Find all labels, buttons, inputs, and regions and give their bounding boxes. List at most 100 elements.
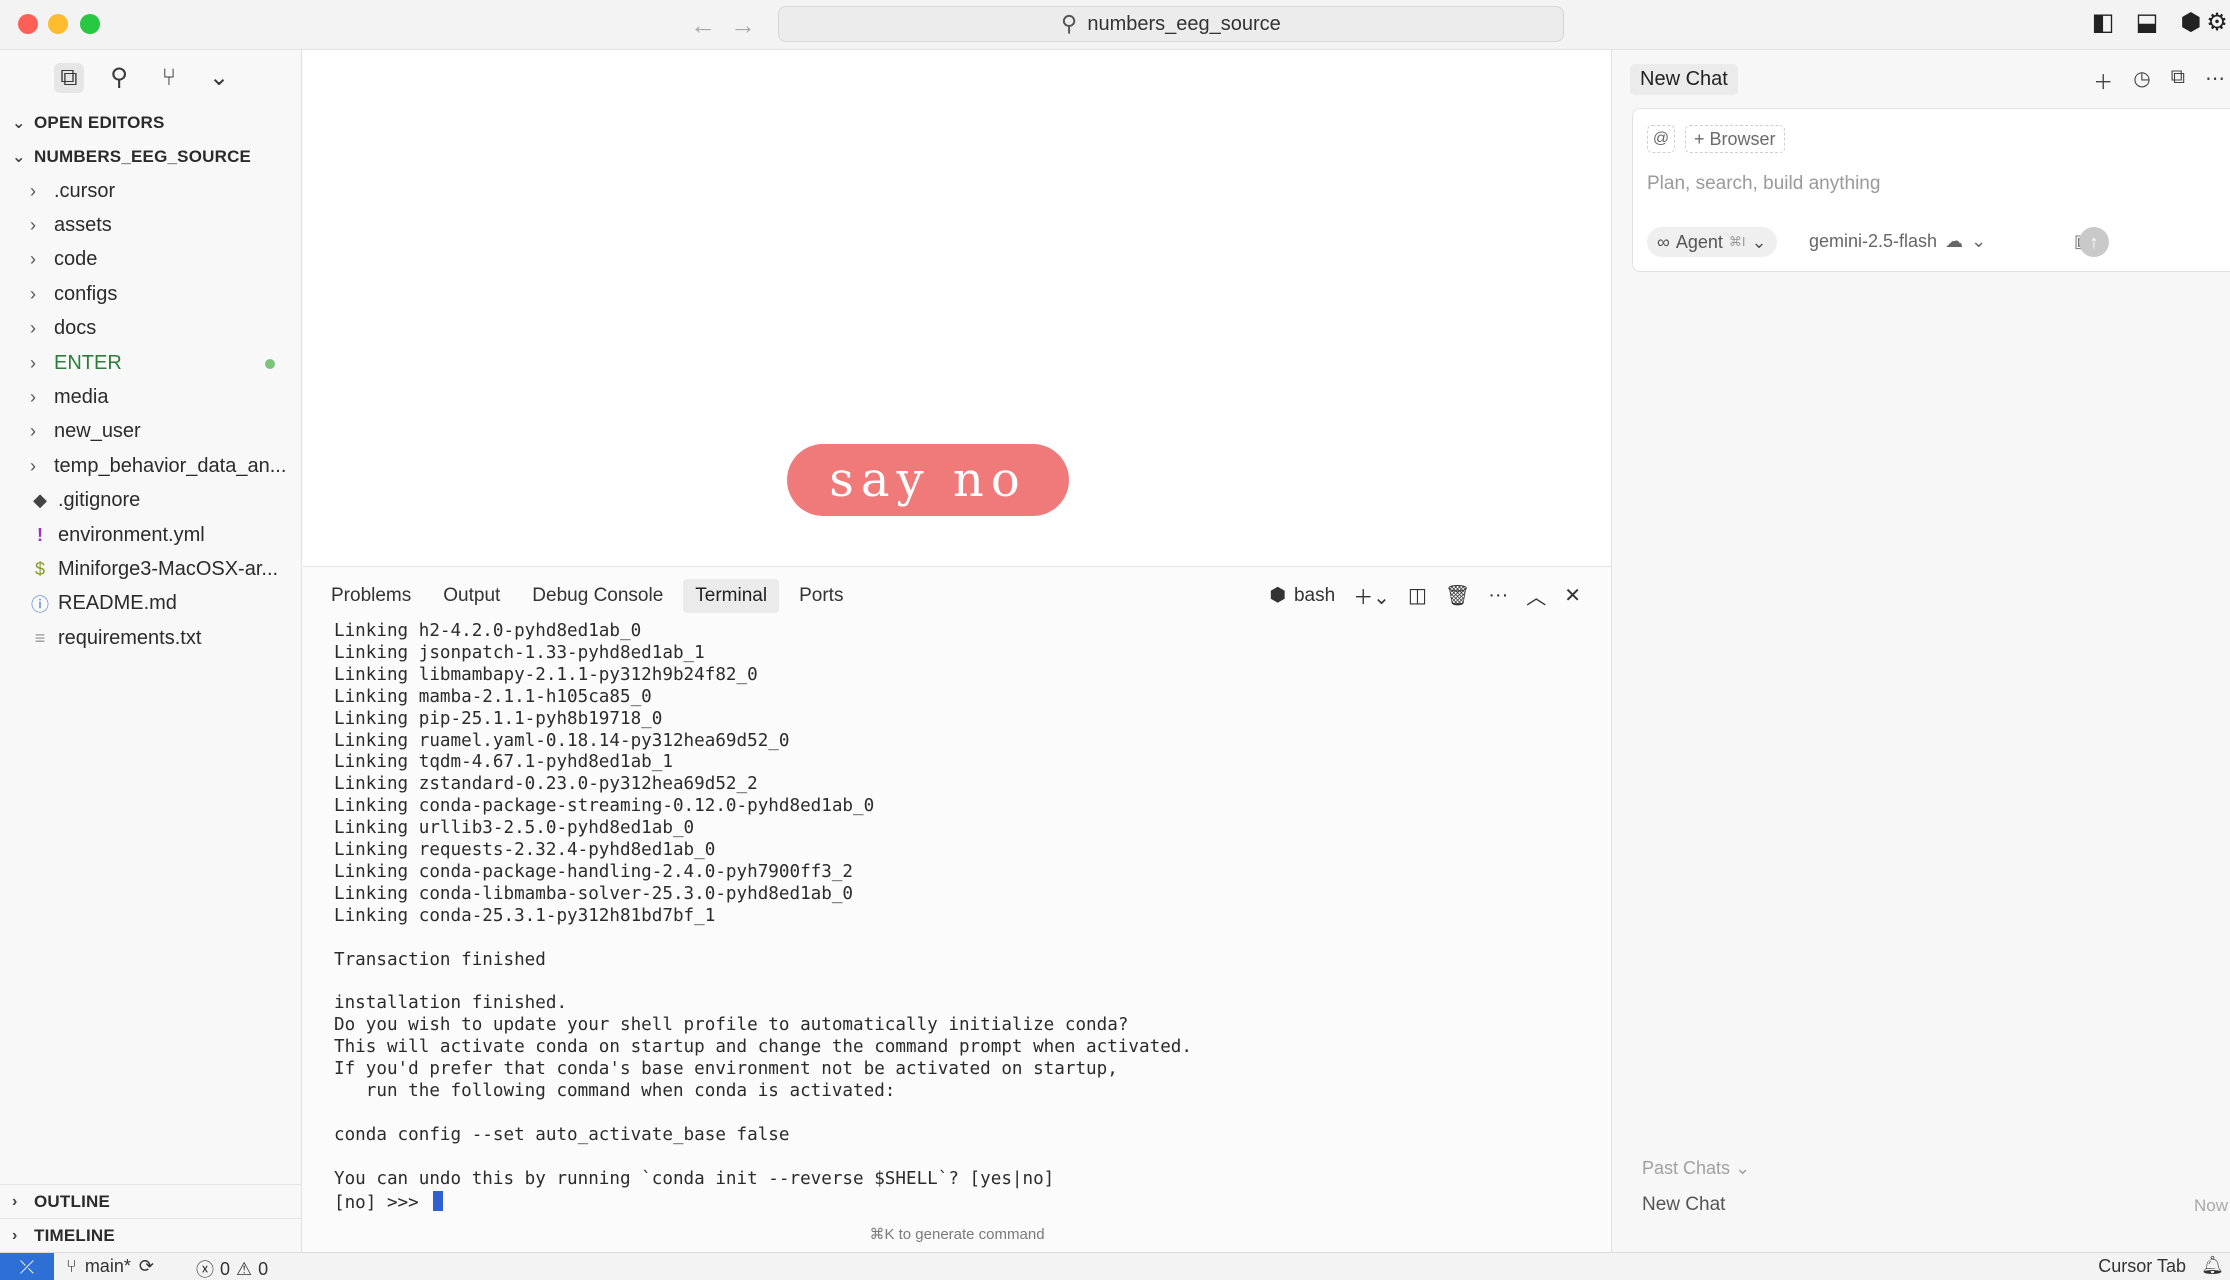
terminal-line: This will activate conda on startup and … (334, 1037, 1192, 1058)
file-item-readme[interactable]: ⓘ README.md (0, 587, 301, 621)
back-arrow-icon[interactable]: ← (690, 10, 716, 41)
browser-chip[interactable]: + Browser (1685, 125, 1785, 153)
sync-icon[interactable]: ⟳ (139, 1256, 154, 1277)
terminal-line: Linking ruamel.yaml-0.18.14-py312hea69d5… (334, 730, 790, 751)
cube-icon[interactable]: ⬢ (2178, 10, 2204, 36)
say-no-preview-button[interactable]: say no (787, 444, 1069, 516)
timeline-section[interactable]: › TIMELINE (0, 1218, 302, 1252)
terminal-cube-icon: ⬢ (1269, 585, 1286, 606)
chat-tab-title[interactable]: New Chat (1630, 64, 1738, 95)
terminal-line: installation finished. (334, 993, 568, 1014)
branch-indicator[interactable]: ⑂ main* ⟳ (66, 1256, 154, 1277)
tab-problems[interactable]: Problems (319, 579, 423, 613)
source-control-icon[interactable]: ⑂ (154, 63, 184, 93)
outline-section[interactable]: › OUTLINE (0, 1184, 302, 1218)
folder-label: ENTER (54, 351, 122, 374)
history-icon[interactable]: ◷ (2133, 66, 2150, 95)
chat-composer[interactable]: @ + Browser Plan, search, build anything… (1632, 108, 2230, 272)
project-section[interactable]: ⌄ NUMBERS_EEG_SOURCE (0, 140, 301, 174)
terminal-line: Linking libmambapy-2.1.1-py312h9b24f82_0 (334, 664, 758, 685)
mention-chip[interactable]: @ (1647, 125, 1675, 153)
duplicate-icon[interactable]: ⧉ (2171, 66, 2185, 95)
problems-indicator[interactable]: ⓧ 0 ⚠ 0 (196, 1256, 268, 1280)
folder-item-configs[interactable]: › configs (0, 277, 301, 311)
toggle-panel-icon[interactable]: ⬓ (2134, 10, 2160, 36)
file-item-gitignore[interactable]: ◆ .gitignore (0, 484, 301, 518)
folder-item-assets[interactable]: › assets (0, 208, 301, 242)
file-item-environment-yml[interactable]: ! environment.yml (0, 518, 301, 552)
gear-icon[interactable]: ⚙ (2204, 10, 2230, 36)
terminal-shell-selector[interactable]: ⬢ bash (1269, 584, 1335, 607)
close-panel-icon[interactable]: ✕ (1564, 583, 1581, 608)
terminal-line: Linking jsonpatch-1.33-pyhd8ed1ab_1 (334, 642, 705, 663)
file-label: .gitignore (58, 489, 141, 512)
chevron-right-icon: › (30, 318, 36, 339)
more-actions-icon[interactable]: ··· (1488, 584, 1508, 607)
title-bar: ← → ⚲ numbers_eeg_source ◧ ⬓ ⬢ ⚙ (0, 0, 2230, 50)
app-window: ← → ⚲ numbers_eeg_source ◧ ⬓ ⬢ ⚙ ⧉ ⚲ ⑂ ⌄… (0, 0, 2230, 1280)
terminal-line: Do you wish to update your shell profile… (334, 1015, 1129, 1036)
more-icon[interactable]: ⋯ (2205, 66, 2225, 95)
send-arrow-icon[interactable]: ↑ (2079, 227, 2109, 257)
folder-item-docs[interactable]: › docs (0, 312, 301, 346)
chevron-down-icon[interactable]: ⌄ (204, 63, 234, 93)
file-item-requirements[interactable]: ≡ requirements.txt (0, 621, 301, 655)
chevron-right-icon: › (30, 283, 36, 304)
settings-controls: ⚙ (2204, 10, 2230, 36)
file-item-miniforge[interactable]: $ Miniforge3-MacOSX-ar... (0, 552, 301, 586)
minimize-window-button[interactable] (48, 14, 68, 34)
split-terminal-icon[interactable]: ◫ (1408, 583, 1427, 608)
chevron-down-icon: ⌄ (1751, 231, 1767, 252)
folder-item-new-user[interactable]: › new_user (0, 415, 301, 449)
folder-item-media[interactable]: › media (0, 380, 301, 414)
tab-output[interactable]: Output (431, 579, 512, 613)
chat-input[interactable]: Plan, search, build anything (1647, 173, 1880, 195)
search-icon[interactable]: ⚲ (104, 63, 134, 93)
terminal-prompt-line[interactable]: [no] >>> (334, 1190, 1594, 1215)
model-selector[interactable]: gemini-2.5-flash ☁ ⌄ (1809, 231, 1986, 252)
chat-panel: New Chat ＋ ◷ ⧉ ⋯ @ + Browser Plan, searc… (1611, 50, 2230, 1252)
open-editors-section[interactable]: ⌄ OPEN EDITORS (0, 106, 301, 140)
folder-label: code (54, 248, 98, 271)
terminal-line: Transaction finished (334, 949, 546, 970)
agent-mode-selector[interactable]: ∞ Agent ⌘I ⌄ (1647, 227, 1777, 257)
maximize-panel-icon[interactable]: ︿ (1526, 581, 1546, 610)
folder-item-cursor[interactable]: › .cursor (0, 174, 301, 208)
terminal-line: Linking conda-package-handling-2.4.0-pyh… (334, 861, 854, 882)
toggle-primary-sidebar-icon[interactable]: ◧ (2090, 10, 2116, 36)
maximize-window-button[interactable] (80, 14, 100, 34)
cursor-tab-indicator[interactable]: Cursor Tab (2098, 1256, 2186, 1277)
text-file-icon: ≡ (34, 627, 46, 648)
forward-arrow-icon[interactable]: → (730, 10, 756, 41)
folder-label: media (54, 386, 109, 409)
remote-indicator-icon[interactable]: ⤫ (0, 1253, 54, 1280)
folder-label: new_user (54, 420, 141, 443)
tab-terminal[interactable]: Terminal (683, 579, 780, 613)
close-window-button[interactable] (18, 14, 38, 34)
status-bar: ⤫ ⑂ main* ⟳ ⓧ 0 ⚠ 0 Cursor Tab 🔔︎ (0, 1252, 2230, 1280)
model-label: gemini-2.5-flash (1809, 231, 1938, 251)
terminal-line: Linking h2-4.2.0-pyhd8ed1ab_0 (334, 621, 642, 641)
trash-icon[interactable]: 🗑 (1445, 583, 1470, 608)
bell-icon[interactable]: 🔔︎ (2201, 1255, 2224, 1276)
new-terminal-icon[interactable]: ＋⌄ (1353, 581, 1390, 610)
folder-item-code[interactable]: › code (0, 243, 301, 277)
folder-item-temp-behavior[interactable]: › temp_behavior_data_an... (0, 449, 301, 483)
past-chat-item[interactable]: New Chat (1642, 1194, 1725, 1216)
folder-item-enter[interactable]: › ENTER (0, 346, 301, 380)
terminal-output[interactable]: Linking h2-4.2.0-pyhd8ed1ab_0 Linking jso… (334, 621, 1594, 1214)
chevron-right-icon: › (30, 180, 36, 201)
file-label: Miniforge3-MacOSX-ar... (58, 557, 279, 580)
chevron-down-icon: ⌄ (1735, 1158, 1751, 1178)
tab-debug-console[interactable]: Debug Console (520, 579, 675, 613)
folder-label: temp_behavior_data_an... (54, 454, 287, 477)
tab-ports[interactable]: Ports (787, 579, 855, 613)
past-chats-header[interactable]: Past Chats ⌄ (1642, 1158, 1750, 1179)
files-icon[interactable]: ⧉ (54, 63, 84, 93)
chevron-right-icon: › (30, 215, 36, 236)
command-center-search[interactable]: ⚲ numbers_eeg_source (778, 6, 1564, 42)
new-chat-plus-icon[interactable]: ＋ (2093, 66, 2113, 95)
